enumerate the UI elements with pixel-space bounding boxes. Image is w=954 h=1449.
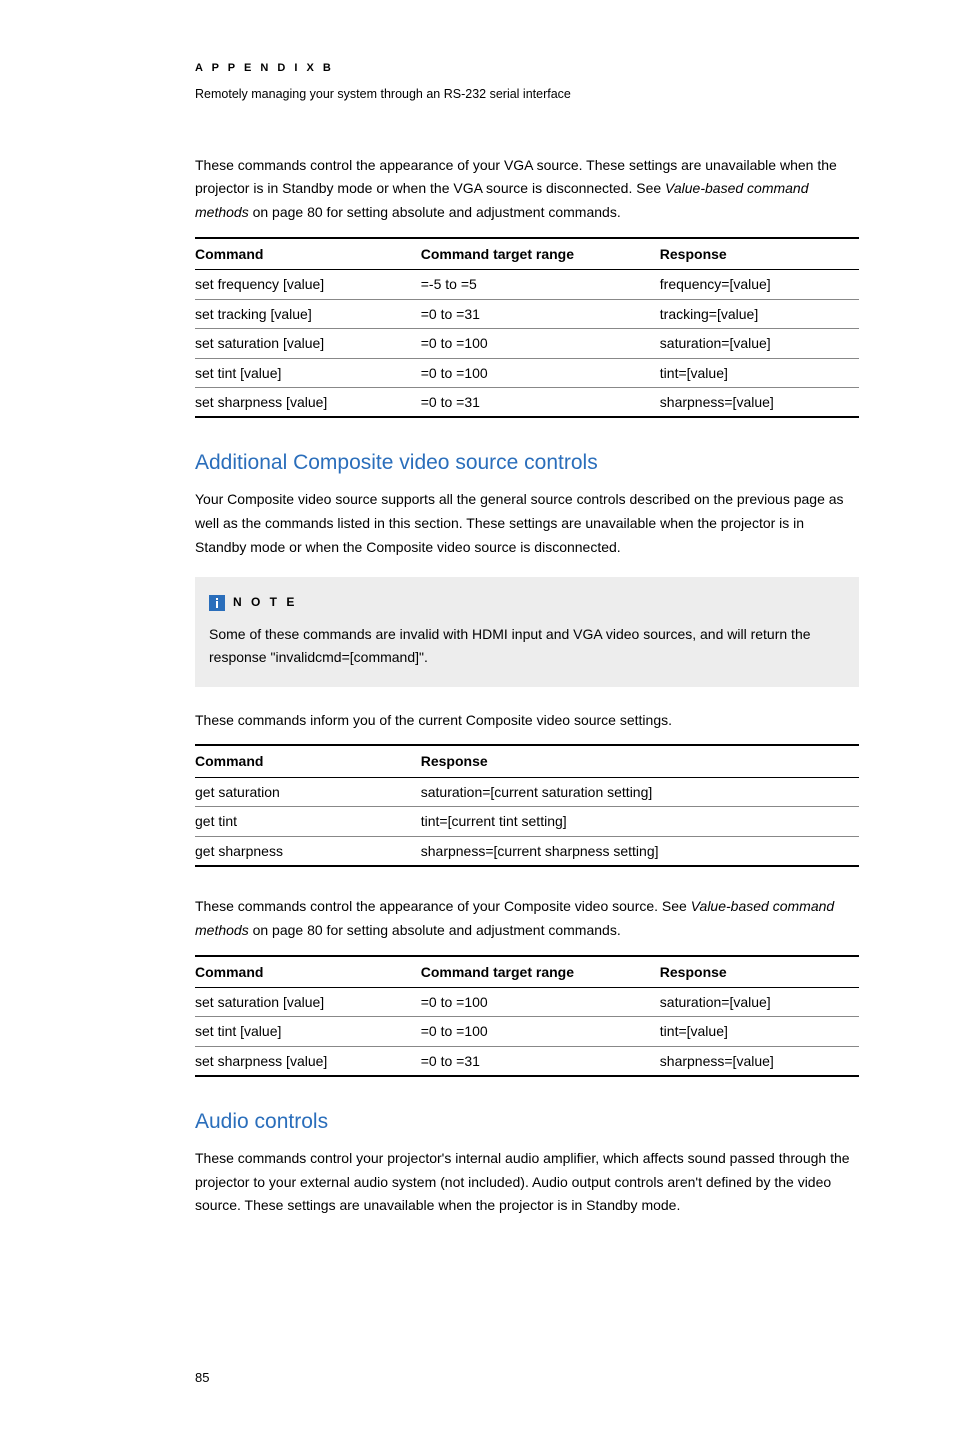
audio-controls-heading: Audio controls — [195, 1105, 859, 1139]
table-header: Command target range — [421, 238, 660, 270]
composite-set-paragraph: These commands control the appearance of… — [195, 895, 859, 943]
info-icon — [209, 595, 225, 611]
note-box: N O T E Some of these commands are inval… — [195, 577, 859, 686]
composite-paragraph: Your Composite video source supports all… — [195, 488, 859, 559]
note-header: N O T E — [209, 593, 845, 612]
audio-paragraph: These commands control your projector's … — [195, 1147, 859, 1218]
table-row: set tint [value]=0 to =100tint=[value] — [195, 358, 859, 387]
table-row: set sharpness [value]=0 to =31sharpness=… — [195, 1046, 859, 1076]
table-row: set frequency [value]=-5 to =5frequency=… — [195, 270, 859, 299]
page-number: 85 — [195, 1368, 859, 1389]
note-label: N O T E — [233, 593, 297, 612]
table-header: Command — [195, 956, 421, 988]
table-header: Command — [195, 745, 421, 777]
composite-set-table: Command Command target range Response se… — [195, 955, 859, 1078]
table-row: get sharpnesssharpness=[current sharpnes… — [195, 836, 859, 866]
intro-paragraph: These commands control the appearance of… — [195, 154, 859, 225]
p-text-a: These commands control the appearance of… — [195, 898, 691, 914]
table-header: Response — [660, 238, 859, 270]
table-header: Command target range — [421, 956, 660, 988]
table-row: set sharpness [value]=0 to =31sharpness=… — [195, 387, 859, 417]
table-header: Command — [195, 238, 421, 270]
table-row: get saturationsaturation=[current satura… — [195, 777, 859, 806]
composite-get-table: Command Response get saturationsaturatio… — [195, 744, 859, 867]
vga-commands-table: Command Command target range Response se… — [195, 237, 859, 418]
table-row: set tracking [value]=0 to =31tracking=[v… — [195, 299, 859, 328]
table-row: set saturation [value]=0 to =100saturati… — [195, 329, 859, 358]
table-header: Response — [421, 745, 859, 777]
intro-text-b: on page 80 for setting absolute and adju… — [249, 204, 621, 220]
composite-controls-heading: Additional Composite video source contro… — [195, 446, 859, 480]
table-row: set saturation [value]=0 to =100saturati… — [195, 988, 859, 1017]
table-header: Response — [660, 956, 859, 988]
header-subtitle: Remotely managing your system through an… — [195, 84, 859, 104]
composite-get-paragraph: These commands inform you of the current… — [195, 709, 859, 733]
appendix-label: A P P E N D I X B — [195, 60, 859, 78]
note-body: Some of these commands are invalid with … — [209, 623, 845, 669]
p-text-b: on page 80 for setting absolute and adju… — [249, 922, 621, 938]
table-row: get tinttint=[current tint setting] — [195, 807, 859, 836]
table-row: set tint [value]=0 to =100tint=[value] — [195, 1017, 859, 1046]
